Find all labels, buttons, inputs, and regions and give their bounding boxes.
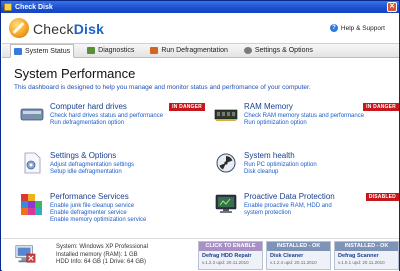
system-protection-link[interactable]: system protection [244, 210, 291, 216]
enable-defragmenter-link[interactable]: Enable defragmenter service [50, 210, 127, 216]
item-settings-options: Settings & Options Adjust defragmentatio… [20, 151, 205, 183]
module-card-disk-cleaner[interactable]: INSTALLED - OK Disk Cleaner v.1.2.4 upd:… [266, 241, 331, 270]
run-optimization-link[interactable]: Run optimization option [244, 120, 307, 126]
module-name: Defrag HDD Repair [202, 253, 252, 259]
data-protection-icon [215, 194, 237, 213]
monitor-icon [14, 47, 22, 55]
system-ram: Installed memory (RAM): 1 GB [56, 251, 138, 258]
title-bar[interactable]: Check Disk ✕ [1, 1, 399, 13]
tab-label: Settings & Options [254, 47, 313, 54]
hard-drive-icon [20, 108, 44, 121]
footer-panel: System: Windows XP Professional Installe… [2, 238, 399, 271]
system-os: System: Windows XP Professional [56, 244, 148, 250]
app-header: CheckDisk ? Help & Support [2, 13, 399, 43]
item-title[interactable]: Performance Services [50, 192, 129, 201]
module-card-defrag-scanner[interactable]: INSTALLED - OK Defrag Scanner v.1.0.1 up… [334, 241, 399, 270]
check-ram-link[interactable]: Check RAM memory status and performance [244, 113, 364, 119]
app-window: Check Disk ✕ CheckDisk ? Help & Support … [0, 0, 400, 271]
check-hard-drives-link[interactable]: Check hard drives status and performance [50, 113, 163, 119]
close-button[interactable]: ✕ [387, 2, 397, 12]
item-title[interactable]: System health [244, 151, 295, 160]
brand-suffix: Disk [73, 21, 105, 37]
performance-blocks-icon [21, 194, 42, 215]
system-hdd: HDD Info: 64 GB (1 Drive: 64 GB) [56, 259, 147, 265]
item-performance-services: Performance Services Enable junk file cl… [20, 192, 205, 232]
tab-diagnostics[interactable]: Diagnostics [84, 44, 137, 57]
item-system-health: System health Run PC optimization option… [214, 151, 399, 183]
computer-icon [15, 245, 36, 263]
item-title[interactable]: Computer hard drives [50, 102, 127, 111]
help-support-label: Help & Support [340, 24, 385, 32]
main-panel: System Performance This dashboard is des… [2, 58, 399, 238]
page-description: This dashboard is designed to help you m… [14, 84, 311, 91]
item-title[interactable]: Proactive Data Protection [244, 192, 335, 201]
run-pc-optimization-link[interactable]: Run PC optimization option [244, 162, 317, 168]
module-version: v.1.0.1 upd: 20.11.2010 [338, 260, 385, 265]
tab-bar: System Status Diagnostics Run Defragment… [2, 43, 399, 58]
module-card-defrag-hdd-repair[interactable]: CLICK TO ENABLE Defrag HDD Repair v.1.2.… [198, 241, 263, 270]
help-support-link[interactable]: ? Help & Support [329, 24, 385, 32]
enable-memory-optimization-link[interactable]: Enable memory optimization service [50, 217, 146, 223]
status-badge: DISABLED [365, 193, 399, 201]
module-version: v.1.2.4 upd: 20.11.2010 [270, 260, 317, 265]
brand-prefix: Check [33, 21, 74, 37]
settings-document-icon [24, 152, 41, 174]
item-ram-memory: RAM Memory Check RAM memory status and p… [214, 102, 399, 134]
tab-label: Diagnostics [98, 47, 135, 54]
run-defragmentation-link[interactable]: Run defragmentation option [50, 120, 124, 126]
adjust-defrag-settings-link[interactable]: Adjust defragmentation settings [50, 162, 134, 168]
tab-run-defragmentation[interactable]: Run Defragmentation [147, 44, 231, 57]
tab-label: System Status [25, 47, 71, 55]
system-info: System: Windows XP Professional Installe… [56, 244, 148, 267]
module-name: Defrag Scanner [338, 253, 379, 259]
disk-cleanup-link[interactable]: Disk cleanup [244, 169, 278, 175]
enable-junk-cleanup-link[interactable]: Enable junk file cleanup service [50, 203, 134, 209]
system-health-icon [216, 153, 236, 173]
item-computer-hard-drives: Computer hard drives Check hard drives s… [20, 102, 205, 134]
page-title: System Performance [14, 66, 136, 81]
setup-idle-defrag-link[interactable]: Setup idle defragmentation [50, 169, 122, 175]
window-title: Check Disk [15, 3, 53, 11]
module-name: Disk Cleaner [270, 253, 304, 259]
item-title[interactable]: RAM Memory [244, 102, 293, 111]
defragment-icon [150, 47, 159, 54]
tab-label: Run Defragmentation [161, 47, 228, 54]
brand-logo: CheckDisk [33, 21, 104, 37]
module-status: INSTALLED - OK [335, 242, 398, 251]
help-icon: ? [329, 24, 338, 32]
tab-settings-options[interactable]: Settings & Options [241, 44, 316, 57]
module-status[interactable]: CLICK TO ENABLE [199, 242, 262, 251]
app-icon [4, 3, 12, 11]
status-badge: IN DANGER [363, 103, 399, 111]
module-version: v.1.2.3 upd: 20.11.2010 [202, 260, 249, 265]
item-proactive-data-protection: Proactive Data Protection Enable proacti… [214, 192, 399, 224]
item-title[interactable]: Settings & Options [50, 151, 116, 160]
diagnostics-icon [87, 47, 96, 54]
status-badge: IN DANGER [169, 103, 205, 111]
enable-proactive-protection-link[interactable]: Enable proactive RAM, HDD and [244, 203, 332, 209]
ram-memory-icon [214, 109, 238, 121]
logo-icon [9, 18, 29, 38]
gear-icon [243, 47, 252, 54]
module-status: INSTALLED - OK [267, 242, 330, 251]
tab-system-status[interactable]: System Status [10, 44, 75, 58]
